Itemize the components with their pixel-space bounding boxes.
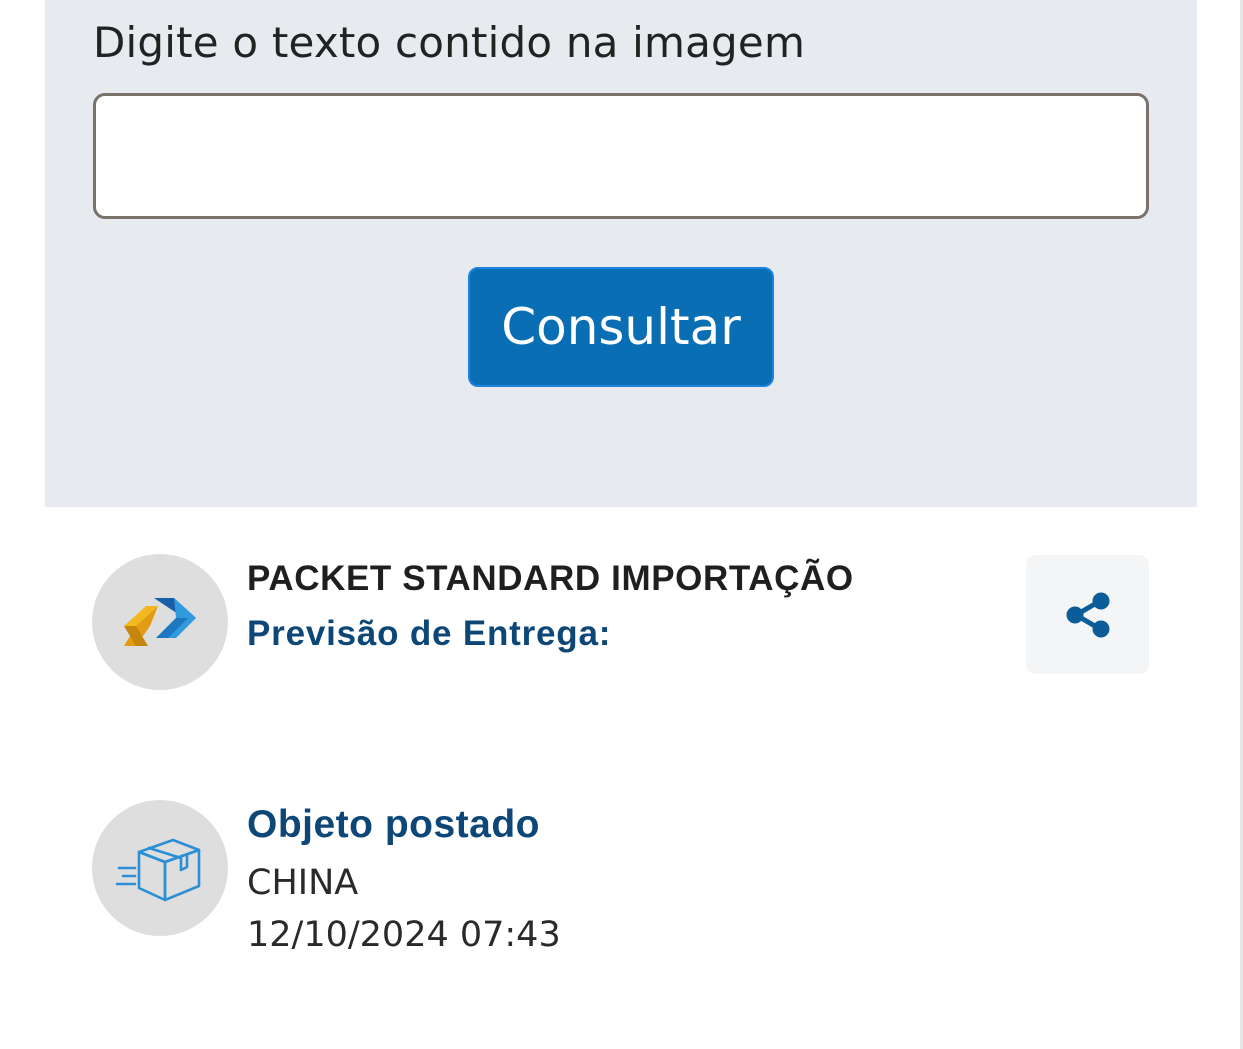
service-name: PACKET STANDARD IMPORTAÇÃO bbox=[247, 559, 854, 598]
delivery-forecast-label: Previsão de Entrega: bbox=[247, 614, 612, 653]
event-datetime: 12/10/2024 07:43 bbox=[247, 915, 561, 955]
event-icon-circle bbox=[92, 800, 228, 936]
event-location: CHINA bbox=[247, 863, 359, 903]
share-button[interactable] bbox=[1026, 555, 1149, 674]
share-icon bbox=[1066, 592, 1109, 637]
service-logo bbox=[92, 554, 228, 690]
captcha-label: Digite o texto contido na imagem bbox=[93, 18, 806, 67]
correios-logo-icon bbox=[124, 598, 196, 646]
event-title: Objeto postado bbox=[247, 803, 540, 846]
captcha-panel: Digite o texto contido na imagem Consult… bbox=[45, 0, 1197, 507]
consultar-button[interactable]: Consultar bbox=[468, 267, 774, 387]
captcha-input[interactable] bbox=[93, 93, 1149, 219]
package-sent-icon bbox=[115, 838, 201, 902]
